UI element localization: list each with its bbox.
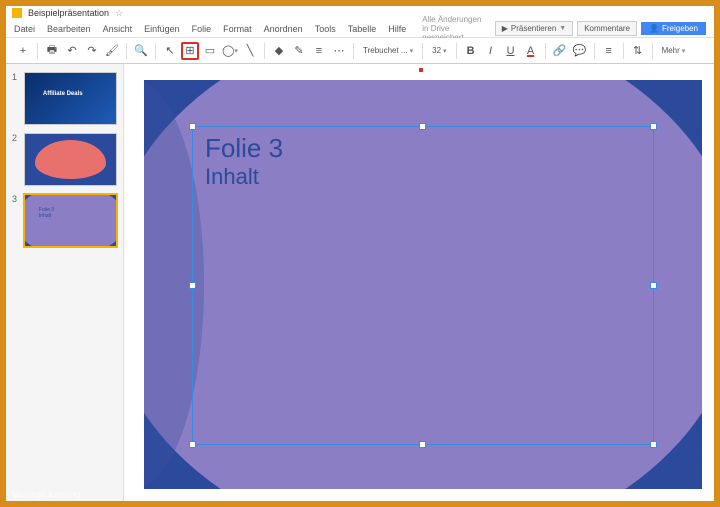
thumbnail-number: 3 [12, 194, 20, 247]
text-color-icon[interactable]: A [522, 42, 540, 60]
menu-file[interactable]: Datei [14, 24, 35, 34]
slide-subtitle[interactable]: Inhalt [205, 164, 641, 190]
title-bar: Beispielpräsentation ☆ [6, 6, 714, 20]
present-button[interactable]: ▶ Präsentieren ▼ [495, 21, 573, 36]
menu-arrange[interactable]: Anordnen [264, 24, 303, 34]
menu-bar: Datei Bearbeiten Ansicht Einfügen Folie … [6, 20, 714, 38]
resize-handle[interactable] [419, 441, 426, 448]
resize-handle[interactable] [189, 123, 196, 130]
thumbnail-3[interactable]: Folie 3Inhalt [24, 194, 117, 247]
menu-format[interactable]: Format [223, 24, 252, 34]
app-window: Beispielpräsentation ☆ Datei Bearbeiten … [6, 6, 714, 501]
slides-logo-icon [12, 8, 22, 18]
bold-icon[interactable]: B [462, 42, 480, 60]
paint-format-icon[interactable]: 🖌 [103, 42, 121, 60]
share-button[interactable]: 👤 Freigeben [641, 22, 706, 35]
thumbnail-2[interactable] [24, 133, 117, 186]
resize-handle[interactable] [650, 441, 657, 448]
font-size[interactable]: 32 ▾ [428, 46, 450, 55]
thumbnail-number: 2 [12, 133, 20, 186]
more-button[interactable]: Mehr ▾ [658, 46, 690, 55]
shape-icon[interactable]: ◯▾ [221, 42, 239, 60]
resize-handle[interactable] [650, 123, 657, 130]
align-icon[interactable]: ≡ [600, 42, 618, 60]
menu-help[interactable]: Hilfe [388, 24, 406, 34]
slide-title[interactable]: Folie 3 [205, 133, 641, 164]
resize-handle[interactable] [189, 282, 196, 289]
thumbnail-number: 1 [12, 72, 20, 125]
thumbnail-1[interactable]: Affiliate Deals [24, 72, 117, 125]
menu-insert[interactable]: Einfügen [144, 24, 180, 34]
resize-handle[interactable] [189, 441, 196, 448]
textbox-icon[interactable]: ⊞ [181, 42, 199, 60]
line-icon[interactable]: ╲ [241, 42, 259, 60]
toolbar: + 🖶 ↶ ↷ 🖌 🔍 ↖ ⊞ ▭ ◯▾ ╲ ◆ ✎ ≡ ⋯ Trebuchet… [6, 38, 714, 64]
select-icon[interactable]: ↖ [161, 42, 179, 60]
menu-view[interactable]: Ansicht [103, 24, 133, 34]
fill-color-icon[interactable]: ◆ [270, 42, 288, 60]
line-spacing-icon[interactable]: ⇅ [629, 42, 647, 60]
thumbnail-panel: 1 Affiliate Deals 2 3 Folie 3Inhalt [6, 64, 124, 501]
ruler-marker-icon [419, 68, 423, 72]
italic-icon[interactable]: I [482, 42, 500, 60]
star-icon[interactable]: ☆ [115, 8, 123, 19]
canvas-area: Folie 3 Inhalt [124, 64, 714, 501]
link-icon[interactable]: 🔗 [551, 42, 569, 60]
line-color-icon[interactable]: ✎ [290, 42, 308, 60]
image-icon[interactable]: ▭ [201, 42, 219, 60]
resize-handle[interactable] [650, 282, 657, 289]
undo-icon[interactable]: ↶ [63, 42, 81, 60]
watermark: Vorlage katalog [12, 490, 81, 501]
menu-tools[interactable]: Tools [315, 24, 336, 34]
print-icon[interactable]: 🖶 [43, 42, 61, 60]
line-weight-icon[interactable]: ≡ [310, 42, 328, 60]
comment-icon[interactable]: 💬 [571, 42, 589, 60]
new-slide-button[interactable]: + [14, 42, 32, 60]
comments-button[interactable]: Kommentare [577, 21, 637, 36]
workspace: 1 Affiliate Deals 2 3 Folie 3Inhalt [6, 64, 714, 501]
font-selector[interactable]: Trebuchet ... ▾ [359, 46, 417, 55]
document-title[interactable]: Beispielpräsentation [28, 8, 109, 18]
redo-icon[interactable]: ↷ [83, 42, 101, 60]
line-dash-icon[interactable]: ⋯ [330, 42, 348, 60]
menu-slide[interactable]: Folie [192, 24, 212, 34]
zoom-icon[interactable]: 🔍 [132, 42, 150, 60]
underline-icon[interactable]: U [502, 42, 520, 60]
menu-edit[interactable]: Bearbeiten [47, 24, 91, 34]
slide-canvas[interactable]: Folie 3 Inhalt [144, 80, 702, 489]
resize-handle[interactable] [419, 123, 426, 130]
menu-table[interactable]: Tabelle [348, 24, 377, 34]
selected-textbox[interactable]: Folie 3 Inhalt [192, 126, 654, 445]
